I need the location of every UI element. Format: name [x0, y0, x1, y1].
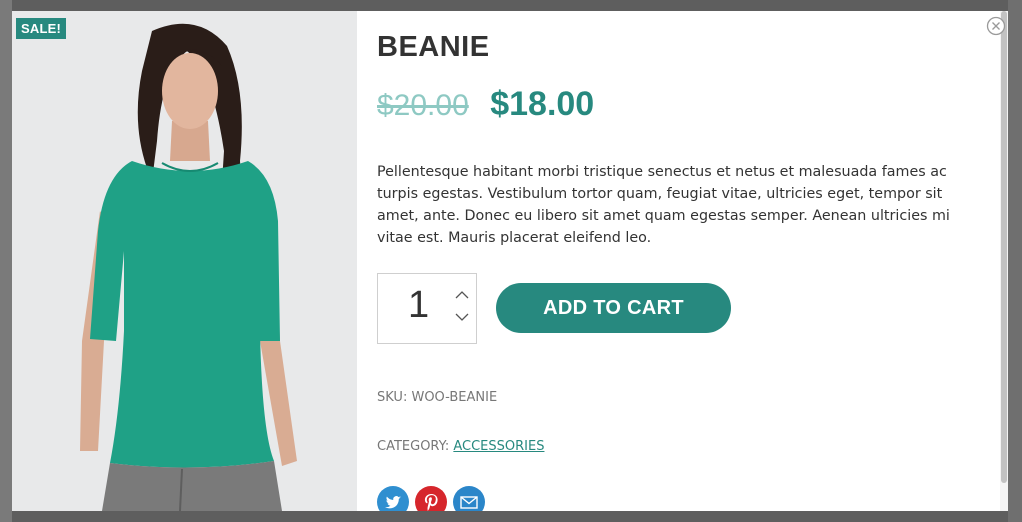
chevron-up-icon[interactable] — [454, 288, 470, 302]
sku-label: SKU: — [377, 390, 412, 405]
modal-scrollbar[interactable] — [1000, 11, 1008, 511]
sku-value: WOO-BEANIE — [411, 390, 498, 405]
regular-price: $20.00 — [377, 89, 469, 122]
quantity-value[interactable]: 1 — [408, 284, 429, 327]
product-image: SALE! — [12, 11, 357, 511]
scrollbar-thumb[interactable] — [1001, 11, 1007, 483]
category-link[interactable]: ACCESSORIES — [453, 439, 544, 454]
product-summary: BEANIE $20.00 $18.00 Pellentesque habita… — [377, 11, 977, 511]
pinterest-share-button[interactable] — [415, 486, 447, 511]
backdrop-left-edge — [0, 0, 12, 522]
sku: SKU: WOO-BEANIE — [377, 390, 497, 405]
sale-price: $18.00 — [490, 85, 595, 123]
email-share-button[interactable] — [453, 486, 485, 511]
chevron-down-icon[interactable] — [454, 310, 470, 324]
pinterest-icon — [424, 494, 438, 511]
quantity-input[interactable]: 1 — [377, 273, 477, 344]
sale-badge: SALE! — [16, 18, 66, 39]
backdrop-right-edge — [1008, 0, 1022, 522]
model-photo — [12, 11, 357, 511]
close-icon[interactable] — [986, 16, 1006, 36]
product-title: BEANIE — [377, 31, 490, 63]
category-label: CATEGORY: — [377, 439, 454, 454]
twitter-share-button[interactable] — [377, 486, 409, 511]
category: CATEGORY: ACCESSORIES — [377, 439, 544, 454]
quick-view-modal: SALE! BEANIE $20.00 $18.00 Pellentesque … — [12, 11, 1008, 511]
product-description: Pellentesque habitant morbi tristique se… — [377, 164, 950, 246]
twitter-icon — [385, 496, 401, 509]
email-icon — [460, 496, 478, 509]
price: $20.00 $18.00 — [377, 85, 594, 124]
add-to-cart-button[interactable]: ADD TO CART — [496, 283, 731, 333]
